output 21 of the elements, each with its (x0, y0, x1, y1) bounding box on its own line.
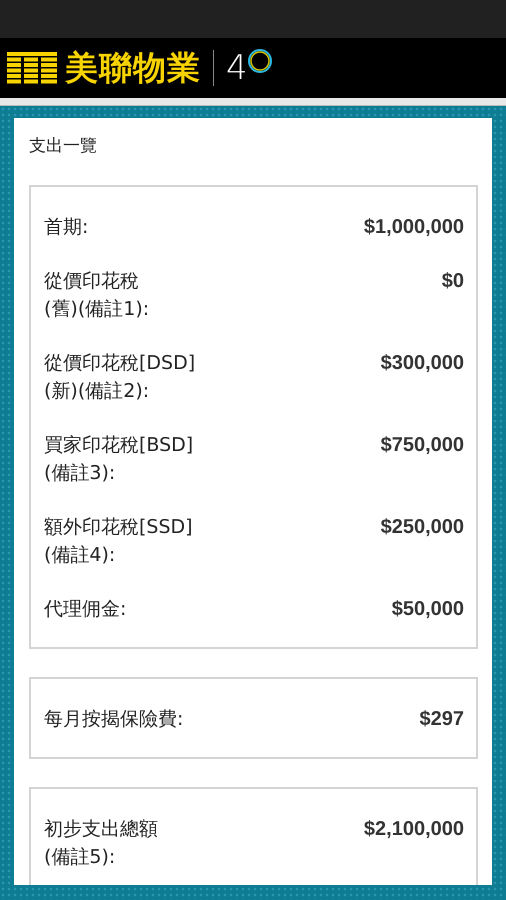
expense-label: 從價印花稅 (舊)(備註1): (44, 269, 150, 322)
expense-amount: $300,000 (380, 351, 464, 376)
expense-label: 額外印花稅[SSD] (備註4): (44, 515, 193, 568)
expense-amount: $50,000 (392, 597, 464, 622)
ring-icon (246, 47, 274, 75)
expense-label: 初步支出總額 (備註5): (44, 817, 158, 870)
anniversary-number: 4 (226, 51, 248, 85)
expense-label: 代理佣金: (44, 597, 126, 622)
expense-amount: $1,000,000 (364, 215, 464, 240)
expense-amount: $297 (420, 707, 464, 732)
card-title: 支出一覽 (29, 135, 98, 157)
expense-amount: $2,100,000 (364, 817, 464, 842)
brand-name: 美聯物業 (65, 46, 201, 88)
expense-amount: $0 (442, 269, 464, 294)
expense-label: 從價印花稅[DSD] (新)(備註2): (44, 351, 196, 404)
expense-amount: $250,000 (380, 515, 464, 540)
expense-label: 買家印花稅[BSD] (備註3): (44, 433, 194, 486)
logo-icon (7, 52, 57, 84)
expense-label: 每月按揭保險費: (44, 707, 184, 732)
expense-amount: $750,000 (380, 433, 464, 458)
expense-label: 首期: (44, 215, 88, 240)
